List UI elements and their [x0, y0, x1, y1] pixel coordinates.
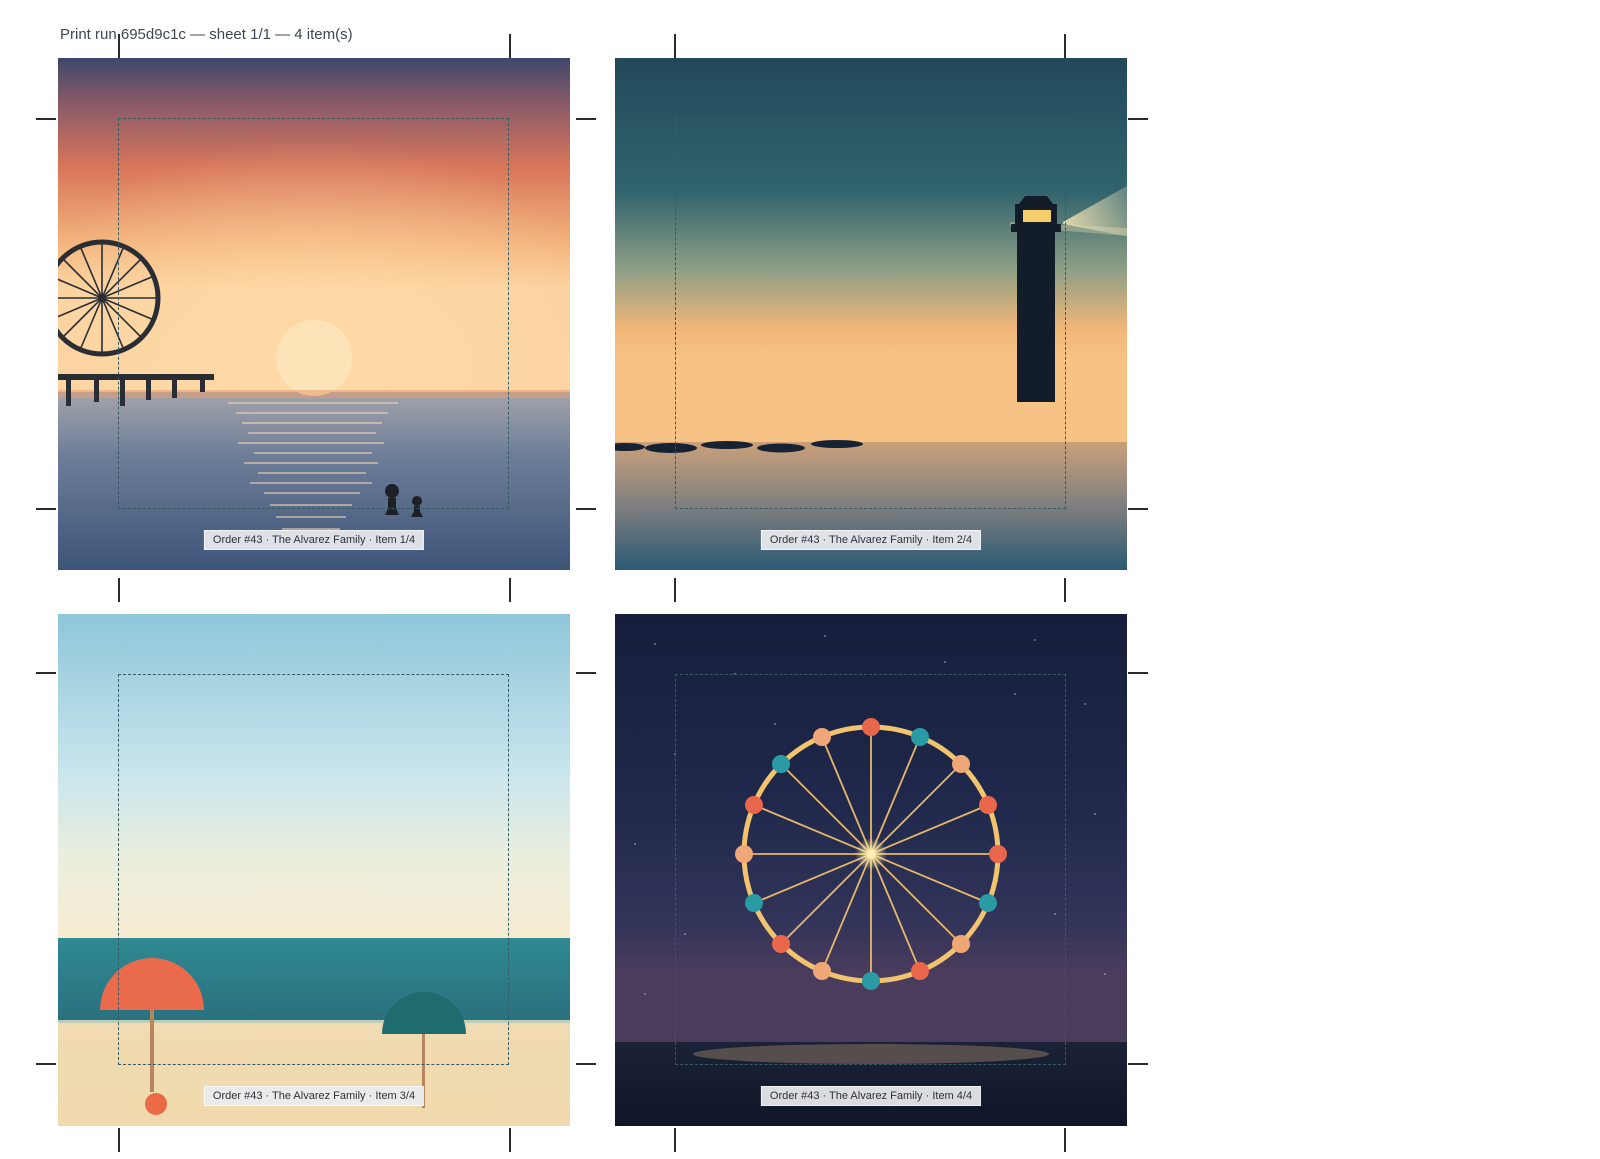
item-label: Order #43 · The Alvarez Family · Item 1/…: [203, 530, 425, 550]
crop-mark: [1064, 34, 1066, 58]
crop-mark: [509, 1128, 511, 1152]
beach-umbrellas-artwork: [58, 614, 570, 1126]
night-ferris-wheel-artwork: [615, 614, 1127, 1126]
print-card-2[interactable]: Order #43 · The Alvarez Family · Item 2/…: [615, 58, 1127, 570]
print-card-3[interactable]: Order #43 · The Alvarez Family · Item 3/…: [58, 614, 570, 1126]
lighthouse-artwork: [615, 58, 1127, 570]
print-card-1[interactable]: Order #43 · The Alvarez Family · Item 1/…: [58, 58, 570, 570]
crop-mark: [36, 1063, 56, 1065]
crop-mark: [576, 118, 596, 120]
print-run-header: Print run 695d9c1c — sheet 1/1 — 4 item(…: [60, 26, 353, 43]
crop-mark: [118, 34, 120, 58]
crop-mark: [674, 1128, 676, 1152]
crop-mark: [509, 34, 511, 58]
crop-mark: [36, 118, 56, 120]
crop-mark: [674, 578, 676, 602]
crop-mark: [1064, 1128, 1066, 1152]
item-label: Order #43 · The Alvarez Family · Item 4/…: [760, 1086, 982, 1106]
crop-mark: [576, 508, 596, 510]
item-label: Order #43 · The Alvarez Family · Item 2/…: [760, 530, 982, 550]
crop-mark: [36, 672, 56, 674]
item-label: Order #43 · The Alvarez Family · Item 3/…: [203, 1086, 425, 1106]
crop-mark: [118, 1128, 120, 1152]
sunset-pier-artwork: [58, 58, 570, 570]
crop-mark: [674, 34, 676, 58]
crop-mark: [1128, 1063, 1148, 1065]
crop-mark: [576, 1063, 596, 1065]
crop-mark: [1128, 672, 1148, 674]
crop-mark: [118, 578, 120, 602]
crop-mark: [576, 672, 596, 674]
crop-mark: [1128, 508, 1148, 510]
crop-mark: [1064, 578, 1066, 602]
crop-mark: [1128, 118, 1148, 120]
print-card-4[interactable]: Order #43 · The Alvarez Family · Item 4/…: [615, 614, 1127, 1126]
crop-mark: [36, 508, 56, 510]
crop-mark: [509, 578, 511, 602]
